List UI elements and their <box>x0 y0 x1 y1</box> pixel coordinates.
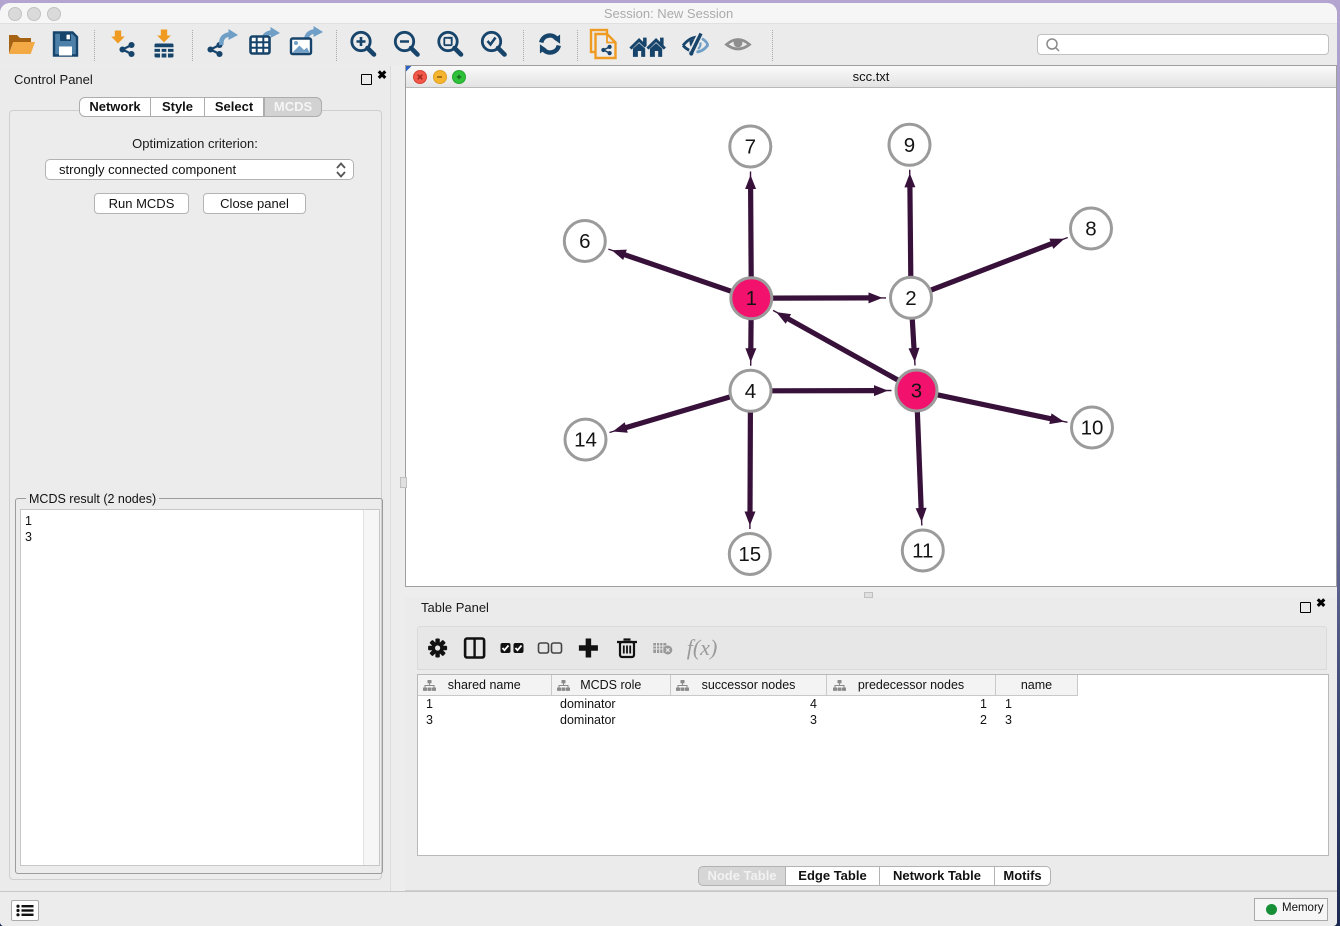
svg-text:4: 4 <box>745 380 756 403</box>
svg-text:1: 1 <box>746 287 757 310</box>
svg-text:11: 11 <box>912 540 933 563</box>
svg-text:10: 10 <box>1081 417 1104 440</box>
svg-text:8: 8 <box>1085 218 1096 241</box>
svg-text:15: 15 <box>738 543 761 566</box>
svg-text:9: 9 <box>904 134 915 157</box>
svg-text:6: 6 <box>579 230 590 253</box>
svg-text:7: 7 <box>745 136 756 159</box>
svg-text:2: 2 <box>905 287 916 310</box>
svg-text:3: 3 <box>911 380 922 403</box>
svg-text:14: 14 <box>574 429 597 452</box>
svg-text:f(x): f(x) <box>687 635 718 660</box>
